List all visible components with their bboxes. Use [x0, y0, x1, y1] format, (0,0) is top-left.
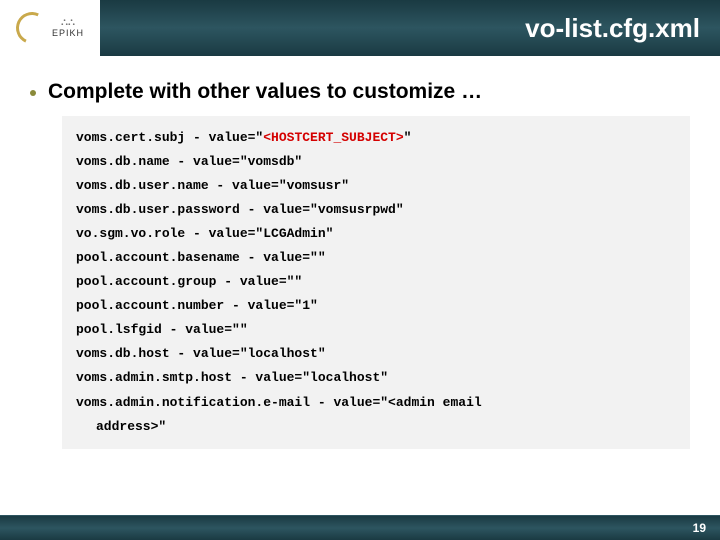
logo: ⛬⛬ EPIKH: [0, 0, 100, 56]
code-text: ": [404, 130, 412, 145]
slide-content: Complete with other values to customize …: [0, 56, 720, 449]
slide-title: vo-list.cfg.xml: [100, 13, 720, 44]
heading-text: Complete with other values to customize …: [48, 80, 482, 104]
code-line: vo.sgm.vo.role - value="LCGAdmin": [76, 222, 676, 246]
code-line: address>": [76, 415, 676, 439]
code-line: voms.db.user.password - value="vomsusrpw…: [76, 198, 676, 222]
code-text: voms.cert.subj - value=": [76, 130, 263, 145]
slide-footer: 19: [0, 516, 720, 540]
logo-map-icon: ⛬⛬: [61, 18, 75, 28]
logo-text: ⛬⛬ EPIKH: [52, 18, 84, 38]
bullet-item: Complete with other values to customize …: [30, 80, 690, 104]
code-placeholder: <HOSTCERT_SUBJECT>: [263, 130, 403, 145]
code-line: voms.db.user.name - value="vomsusr": [76, 174, 676, 198]
code-line: voms.db.host - value="localhost": [76, 342, 676, 366]
bullet-icon: [30, 90, 36, 96]
logo-name: EPIKH: [52, 28, 84, 38]
page-number: 19: [693, 521, 706, 535]
code-line: pool.account.group - value="": [76, 270, 676, 294]
logo-swirl-icon: [11, 7, 52, 48]
code-line: voms.admin.smtp.host - value="localhost": [76, 366, 676, 390]
code-line: voms.cert.subj - value="<HOSTCERT_SUBJEC…: [76, 126, 676, 150]
code-line: pool.account.number - value="1": [76, 294, 676, 318]
code-block: voms.cert.subj - value="<HOSTCERT_SUBJEC…: [62, 116, 690, 449]
code-line: voms.admin.notification.e-mail - value="…: [76, 391, 676, 415]
slide-header: ⛬⛬ EPIKH vo-list.cfg.xml: [0, 0, 720, 56]
code-line: pool.lsfgid - value="": [76, 318, 676, 342]
code-line: pool.account.basename - value="": [76, 246, 676, 270]
code-line: voms.db.name - value="vomsdb": [76, 150, 676, 174]
